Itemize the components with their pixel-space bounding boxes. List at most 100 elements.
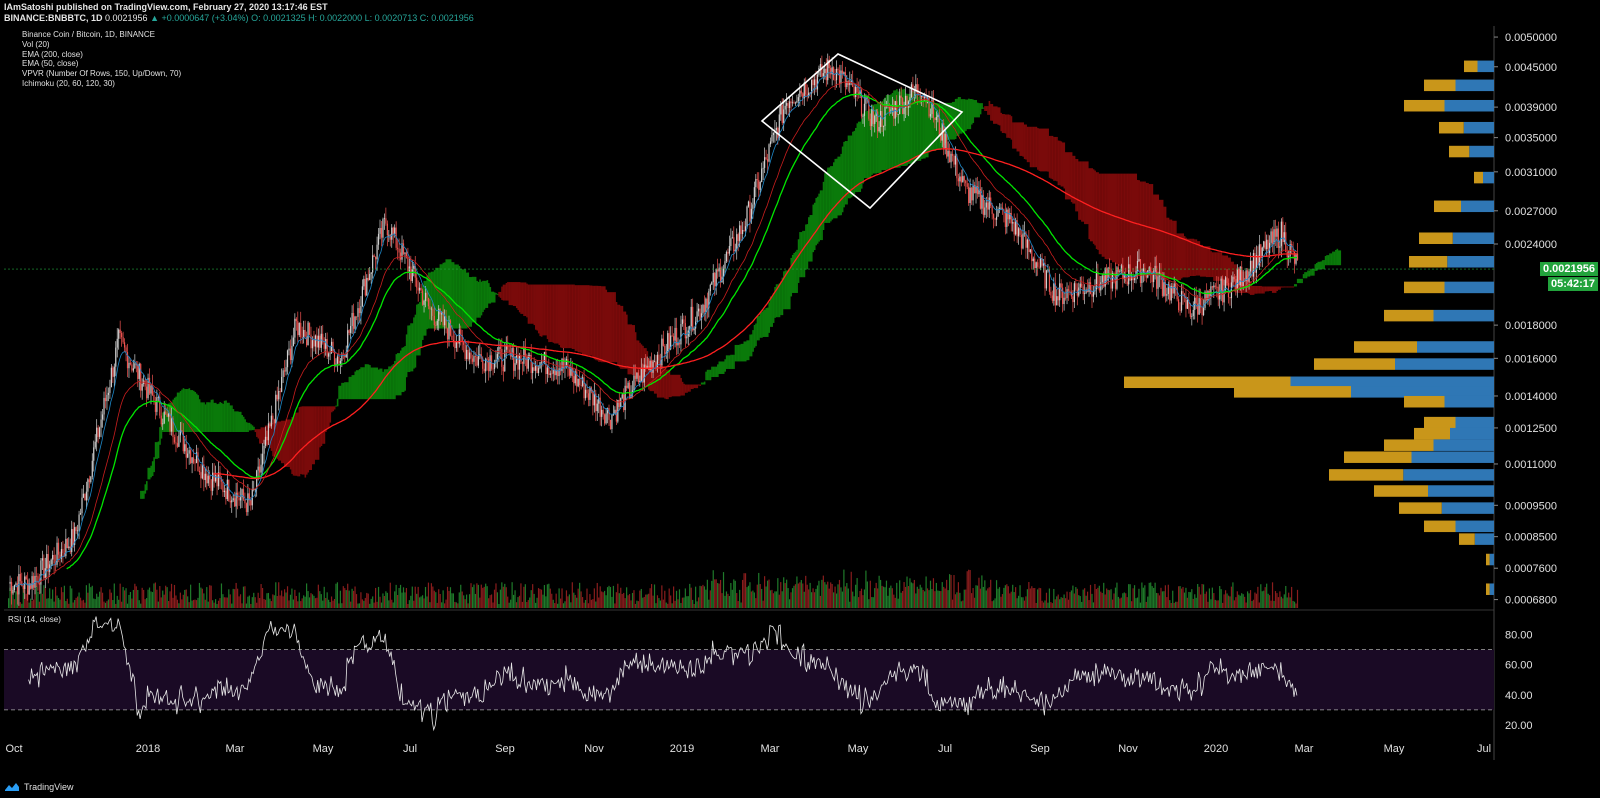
volume-bar xyxy=(414,586,416,608)
candle-body xyxy=(93,447,95,461)
volume-bar xyxy=(1280,596,1282,608)
volume-bar xyxy=(555,593,557,608)
vp-down-bar xyxy=(1414,427,1450,440)
candle-body xyxy=(231,500,233,503)
cloud-slice xyxy=(1169,219,1171,280)
volume-bar xyxy=(1296,589,1299,608)
volume-bar xyxy=(910,582,913,608)
candle-body xyxy=(937,115,939,118)
volume-bar xyxy=(1286,597,1288,608)
volume-bar xyxy=(1057,594,1059,608)
volume-bar xyxy=(539,588,541,608)
volume-bar xyxy=(1086,591,1089,608)
candle-body xyxy=(385,218,387,224)
volume-bar xyxy=(187,596,189,608)
cloud-slice xyxy=(978,103,980,118)
volume-bar xyxy=(868,599,870,608)
volume-bar xyxy=(328,599,330,608)
candle-body xyxy=(692,306,694,331)
cloud-slice xyxy=(488,283,490,304)
volume-bar xyxy=(714,579,716,608)
cloud-slice xyxy=(1208,246,1211,278)
volume-bar xyxy=(1179,586,1181,608)
candle-body xyxy=(535,365,537,371)
volume-bar xyxy=(1073,593,1075,608)
cloud-slice xyxy=(370,367,373,400)
time-tick-label: Nov xyxy=(584,743,604,755)
volume-bar xyxy=(165,585,167,608)
volume-bar xyxy=(60,587,63,608)
candle-body xyxy=(604,414,606,424)
candle-body xyxy=(1279,246,1281,248)
cloud-slice xyxy=(511,282,514,306)
volume-bar xyxy=(71,588,73,608)
volume-bar xyxy=(583,602,585,608)
volume-bar xyxy=(636,600,638,608)
ema50-line xyxy=(66,93,1297,570)
volume-bar xyxy=(1233,600,1235,608)
cloud-slice xyxy=(1217,252,1220,281)
cloud-slice xyxy=(1201,244,1204,277)
rsi-tick-label: 60.00 xyxy=(1505,660,1533,672)
cloud-slice xyxy=(700,382,703,385)
cloud-slice xyxy=(382,371,384,400)
volume-bar xyxy=(963,589,965,608)
candle-body xyxy=(201,464,203,479)
volume-bar xyxy=(49,588,51,608)
cloud-slice xyxy=(1314,264,1317,271)
volume-bar xyxy=(338,603,340,608)
volume-bar xyxy=(718,583,720,608)
tradingview-footer[interactable]: TradingView xyxy=(4,782,74,792)
candle-body xyxy=(398,248,400,253)
volume-bar xyxy=(1089,584,1092,608)
volume-bar xyxy=(605,595,607,608)
cloud-slice xyxy=(997,107,1000,125)
cloud-slice xyxy=(285,419,288,467)
volume-bar xyxy=(1191,589,1193,608)
candle-body xyxy=(743,229,745,231)
candle-body xyxy=(1122,265,1124,280)
volume-bar xyxy=(824,582,826,608)
volume-bar xyxy=(482,587,484,608)
volume-bar xyxy=(755,598,757,608)
price-chart-canvas[interactable]: 0.00500000.00450000.00390000.00350000.00… xyxy=(0,0,1600,798)
volume-bar xyxy=(125,588,127,608)
candle-body xyxy=(188,450,190,454)
candle-body xyxy=(1026,239,1028,248)
cloud-slice xyxy=(571,284,574,350)
candle-body xyxy=(899,95,901,115)
candle-body xyxy=(1069,290,1071,292)
candle-body xyxy=(1157,276,1159,289)
volume-bar xyxy=(272,594,274,608)
volume-bar xyxy=(724,595,726,608)
vp-down-bar xyxy=(1404,99,1445,112)
vp-up-bar xyxy=(1433,309,1494,322)
cloud-slice xyxy=(204,404,207,432)
volume-bar xyxy=(313,595,315,608)
cloud-slice xyxy=(385,369,387,400)
candle-body xyxy=(367,277,369,281)
candle-body xyxy=(596,403,598,412)
cloud-slice xyxy=(1081,161,1083,222)
volume-bar xyxy=(1150,582,1152,608)
cloud-slice xyxy=(626,314,628,369)
time-tick-label: Oct xyxy=(5,743,22,755)
cloud-slice xyxy=(310,406,313,470)
candle-body xyxy=(762,167,764,169)
cloud-slice xyxy=(248,422,251,431)
volume-bar xyxy=(311,594,314,608)
cloud-slice xyxy=(1113,173,1116,263)
cloud-slice xyxy=(576,285,578,352)
volume-bar xyxy=(43,585,45,608)
volume-bar xyxy=(828,588,830,608)
cloud-slice xyxy=(950,102,953,140)
cloud-slice xyxy=(759,313,762,338)
cloud-slice xyxy=(1139,181,1142,271)
volume-bar xyxy=(671,603,673,608)
volume-bar xyxy=(869,580,871,608)
cloud-slice xyxy=(1017,122,1020,152)
cloud-slice xyxy=(787,270,790,310)
volume-bar xyxy=(8,598,10,608)
volume-bar xyxy=(1050,602,1052,608)
cloud-slice xyxy=(866,110,869,179)
